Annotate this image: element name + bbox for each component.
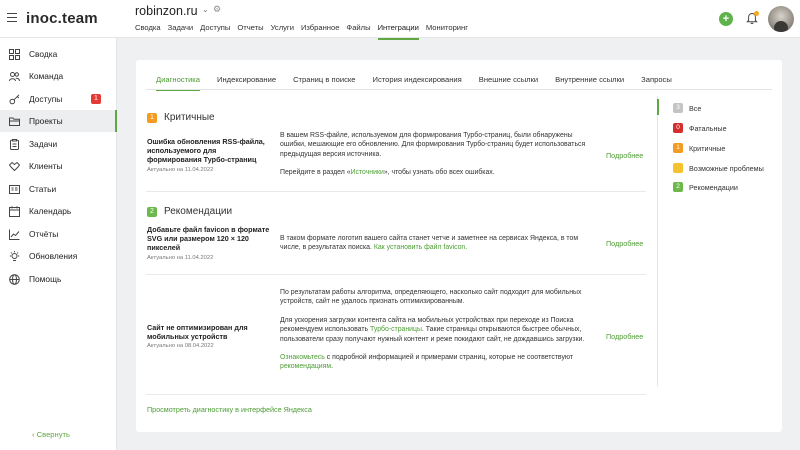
issue-text-favicon: В таком формате логотип вашего сайта ста…	[280, 235, 579, 252]
filter-all[interactable]: 3 Все	[673, 103, 701, 113]
access-count-badge: 1	[91, 94, 101, 104]
filter-count-badge	[673, 163, 683, 173]
section-title-critical: 1 Критичные	[147, 112, 215, 123]
filter-count-badge: 3	[673, 103, 683, 113]
add-button[interactable]: +	[719, 12, 733, 26]
divider	[146, 394, 646, 395]
chevron-left-icon: ‹	[32, 430, 35, 439]
sidebar-item-updates[interactable]: Обновления	[0, 245, 117, 267]
section-title-recommendations: 2 Рекомендации	[147, 206, 232, 217]
issue-title-mobile: Сайт не оптимизирован для мобильных устр…	[147, 323, 248, 341]
articles-icon	[9, 184, 20, 194]
help-icon	[9, 273, 20, 285]
sidebar-item-access[interactable]: Доступы 1	[0, 88, 117, 110]
folder-icon	[9, 117, 20, 126]
filter-count-badge: 1	[673, 143, 683, 153]
nav-item-favorites[interactable]: Избранное	[301, 23, 346, 40]
notification-dot	[754, 11, 759, 16]
nav-item-integrations[interactable]: Интеграции	[377, 23, 419, 40]
filter-fatal[interactable]: 0 Фатальные	[673, 123, 727, 133]
sidebar-item-label: Сводка	[29, 49, 58, 59]
nav-item-reports[interactable]: Отчеты	[237, 23, 270, 40]
avatar[interactable]	[768, 6, 794, 32]
nav-item-tasks[interactable]: Задачи	[168, 23, 201, 40]
collapse-sidebar-button[interactable]: ‹ Свернуть	[32, 430, 70, 439]
reports-icon	[9, 229, 20, 240]
calendar-icon	[9, 205, 20, 217]
sidebar-item-articles[interactable]: Статьи	[0, 178, 117, 200]
issue-title-favicon: Добавьте файл favicon в формате SVG или …	[147, 225, 270, 252]
nav-item-files[interactable]: Файлы	[346, 23, 377, 40]
dashboard-icon	[9, 48, 20, 60]
sidebar-item-summary[interactable]: Сводка	[0, 43, 117, 65]
issue-date-rss: Актуально на 11.04.2022	[147, 167, 214, 173]
clients-icon	[9, 161, 20, 171]
filter-active-indicator	[657, 99, 659, 115]
gear-icon[interactable]: ⚙	[213, 4, 221, 15]
tabs-divider	[146, 89, 772, 90]
turbo-pages-link[interactable]: Турбо-страницы	[370, 326, 422, 333]
recommendations-count-badge: 2	[147, 206, 157, 217]
issue-text-mobile: По результатам работы алгоритма, определ…	[280, 289, 585, 371]
sidebar-item-team[interactable]: Команда	[0, 65, 117, 87]
sidebar-item-label: Проекты	[29, 116, 63, 126]
sidebar-item-label: Помощь	[29, 274, 62, 284]
sidebar-item-help[interactable]: Помощь	[0, 268, 117, 290]
favicon-howto-link[interactable]: Как установить файл favicon.	[374, 244, 467, 251]
sidebar-item-calendar[interactable]: Календарь	[0, 200, 117, 222]
more-link-favicon[interactable]: Подробнее	[606, 239, 643, 248]
sources-link[interactable]: Источники	[351, 169, 384, 176]
chevron-down-icon[interactable]: ⌄	[202, 5, 209, 14]
sidebar-item-label: Календарь	[29, 206, 72, 216]
filter-recommendations[interactable]: 2 Рекомендации	[673, 182, 738, 192]
sidebar-item-label: Задачи	[29, 139, 58, 149]
key-icon	[9, 93, 20, 104]
sidebar-item-label: Обновления	[29, 251, 78, 261]
nav-item-summary[interactable]: Сводка	[135, 23, 168, 40]
team-icon	[9, 71, 20, 81]
sidebar-item-tasks[interactable]: Задачи	[0, 133, 117, 155]
recommendations-link[interactable]: рекомендациям	[280, 363, 331, 370]
sidebar: Сводка Команда Доступы 1 Проекты Задачи …	[0, 38, 117, 450]
more-link-mobile[interactable]: Подробнее	[606, 332, 643, 341]
sidebar-item-label: Команда	[29, 71, 64, 81]
diagnostics-card: Диагностика Индексирование Страниц в пои…	[136, 60, 782, 432]
issue-date-favicon: Актуально на 11.04.2022	[147, 255, 214, 261]
top-nav: Сводка Задачи Доступы Отчеты Услуги Избр…	[135, 23, 475, 40]
read-more-link[interactable]: Ознакомьтесь	[280, 354, 325, 361]
sidebar-item-clients[interactable]: Клиенты	[0, 155, 117, 177]
filter-count-badge: 0	[673, 123, 683, 133]
sidebar-item-label: Доступы	[29, 94, 63, 104]
issue-title-rss: Ошибка обновления RSS-файла, используемо…	[147, 137, 265, 164]
top-bar: inoc.team robinzon.ru ⌄ ⚙ Сводка Задачи …	[0, 0, 800, 40]
menu-icon[interactable]	[7, 13, 17, 22]
logo[interactable]: inoc.team	[26, 10, 98, 27]
filters-divider	[657, 96, 658, 386]
sidebar-item-projects[interactable]: Проекты	[0, 110, 117, 132]
critical-count-badge: 1	[147, 112, 157, 123]
more-link-rss[interactable]: Подробнее	[606, 151, 643, 160]
site-name[interactable]: robinzon.ru	[135, 4, 198, 18]
sidebar-item-label: Клиенты	[29, 161, 63, 171]
updates-icon	[9, 250, 20, 261]
sidebar-item-reports[interactable]: Отчёты	[0, 223, 117, 245]
filter-critical[interactable]: 1 Критичные	[673, 143, 725, 153]
sidebar-item-label: Статьи	[29, 184, 57, 194]
divider	[146, 274, 646, 275]
nav-item-monitoring[interactable]: Мониторинг	[426, 23, 475, 40]
sidebar-item-label: Отчёты	[29, 229, 59, 239]
issue-date-mobile: Актуально на 08.04.2022	[147, 343, 214, 349]
filter-possible-problems[interactable]: Возможные проблемы	[673, 163, 764, 173]
issue-text-rss: В вашем RSS-файле, используемом для форм…	[280, 132, 586, 177]
nav-item-access[interactable]: Доступы	[200, 23, 237, 40]
filter-count-badge: 2	[673, 182, 683, 192]
divider	[146, 191, 646, 192]
tasks-icon	[10, 138, 19, 150]
yandex-diagnostics-link[interactable]: Просмотреть диагностику в интерфейсе Янд…	[147, 405, 312, 414]
nav-item-services[interactable]: Услуги	[271, 23, 301, 40]
